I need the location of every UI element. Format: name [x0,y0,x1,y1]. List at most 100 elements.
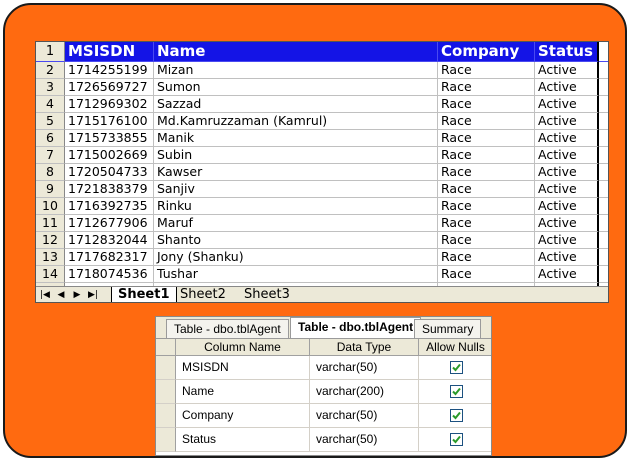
company-cell[interactable]: Race [438,266,535,283]
empty-cell[interactable] [599,215,608,232]
data-type-cell[interactable]: varchar(50) [310,356,419,380]
name-cell[interactable]: Tushar [154,266,438,283]
status-cell[interactable]: Active [535,249,599,266]
status-cell[interactable]: Active [535,96,599,113]
status-cell[interactable]: Active [535,147,599,164]
name-cell[interactable]: Shanto [154,232,438,249]
data-type-cell[interactable]: varchar(50) [310,428,419,452]
column-name-cell[interactable]: MSISDN [176,356,310,380]
column-header-msisdn[interactable]: MSISDN [65,42,154,62]
msisdn-cell[interactable]: 1714255199 [65,62,154,79]
status-cell[interactable]: Active [535,266,599,283]
status-cell[interactable]: Active [535,79,599,96]
row-selector[interactable] [156,356,176,380]
name-cell[interactable]: Subin [154,147,438,164]
column-name-cell[interactable]: Name [176,380,310,404]
msisdn-cell[interactable]: 1717682317 [65,249,154,266]
empty-cell[interactable] [599,198,608,215]
row-number[interactable]: 6 [36,130,65,147]
msisdn-cell[interactable]: 1720504733 [65,164,154,181]
tab-table-designer[interactable]: Table - dbo.tblAgent [166,319,289,338]
row-number[interactable]: 14 [36,266,65,283]
tab-sheet2[interactable]: Sheet2 [174,287,232,302]
row-number[interactable]: 13 [36,249,65,266]
name-cell[interactable]: Sanjiv [154,181,438,198]
msisdn-cell[interactable]: 1715176100 [65,113,154,130]
row-number[interactable]: 7 [36,147,65,164]
empty-cell[interactable] [599,164,608,181]
name-cell[interactable]: Rinku [154,198,438,215]
name-cell[interactable]: Sumon [154,79,438,96]
name-cell[interactable]: Kawser [154,164,438,181]
row-selector[interactable] [156,380,176,404]
name-cell[interactable]: Maruf [154,215,438,232]
next-sheet-icon[interactable]: ▶ [71,289,83,301]
empty-cell[interactable] [599,249,608,266]
company-cell[interactable]: Race [438,232,535,249]
name-cell[interactable]: Md.Kamruzzaman (Kamrul) [154,113,438,130]
row-number[interactable]: 5 [36,113,65,130]
company-cell[interactable]: Race [438,62,535,79]
row-number[interactable]: 4 [36,96,65,113]
column-header-company[interactable]: Company [438,42,535,62]
msisdn-cell[interactable]: 1716392735 [65,198,154,215]
msisdn-cell[interactable]: 1715733855 [65,130,154,147]
empty-cell[interactable] [599,42,608,62]
status-cell[interactable]: Active [535,181,599,198]
empty-cell[interactable] [599,96,608,113]
allow-nulls-checkbox[interactable] [450,409,463,422]
row-number[interactable]: 1 [36,42,65,62]
row-number[interactable]: 12 [36,232,65,249]
msisdn-cell[interactable]: 1726569727 [65,79,154,96]
empty-cell[interactable] [599,147,608,164]
msisdn-cell[interactable]: 1721838379 [65,181,154,198]
msisdn-cell[interactable]: 1715002669 [65,147,154,164]
name-cell[interactable]: Sazzad [154,96,438,113]
msisdn-cell[interactable]: 1718074536 [65,266,154,283]
name-cell[interactable]: Mizan [154,62,438,79]
company-cell[interactable]: Race [438,164,535,181]
allow-nulls-checkbox[interactable] [450,385,463,398]
company-cell[interactable]: Race [438,79,535,96]
company-cell[interactable]: Race [438,147,535,164]
last-sheet-icon[interactable]: ▶| [87,289,99,301]
first-sheet-icon[interactable]: |◀ [39,289,51,301]
name-cell[interactable]: Jony (Shanku) [154,249,438,266]
column-header-name[interactable]: Name [154,42,438,62]
row-number[interactable]: 10 [36,198,65,215]
column-header-status[interactable]: Status [535,42,599,62]
row-selector[interactable] [156,428,176,452]
company-cell[interactable]: Race [438,215,535,232]
status-cell[interactable]: Active [535,113,599,130]
tab-table-designer-active[interactable]: Table - dbo.tblAgent [290,317,422,338]
row-number[interactable]: 3 [36,79,65,96]
status-cell[interactable]: Active [535,232,599,249]
empty-cell[interactable] [599,130,608,147]
allow-nulls-checkbox[interactable] [450,433,463,446]
data-type-cell[interactable]: varchar(50) [310,404,419,428]
company-cell[interactable]: Race [438,249,535,266]
company-cell[interactable]: Race [438,113,535,130]
empty-cell[interactable] [599,79,608,96]
row-number[interactable]: 2 [36,62,65,79]
status-cell[interactable]: Active [535,198,599,215]
allow-nulls-checkbox[interactable] [450,361,463,374]
company-cell[interactable]: Race [438,130,535,147]
tab-summary[interactable]: Summary [414,319,482,338]
name-cell[interactable]: Manik [154,130,438,147]
empty-cell[interactable] [599,266,608,283]
tab-sheet3[interactable]: Sheet3 [238,287,296,302]
empty-cell[interactable] [599,113,608,130]
row-number[interactable]: 9 [36,181,65,198]
prev-sheet-icon[interactable]: ◀ [55,289,67,301]
msisdn-cell[interactable]: 1712969302 [65,96,154,113]
tab-sheet1[interactable]: Sheet1 [111,287,177,302]
status-cell[interactable]: Active [535,62,599,79]
empty-cell[interactable] [599,181,608,198]
status-cell[interactable]: Active [535,215,599,232]
company-cell[interactable]: Race [438,181,535,198]
data-type-cell[interactable]: varchar(200) [310,380,419,404]
empty-cell[interactable] [599,232,608,249]
status-cell[interactable]: Active [535,130,599,147]
msisdn-cell[interactable]: 1712677906 [65,215,154,232]
